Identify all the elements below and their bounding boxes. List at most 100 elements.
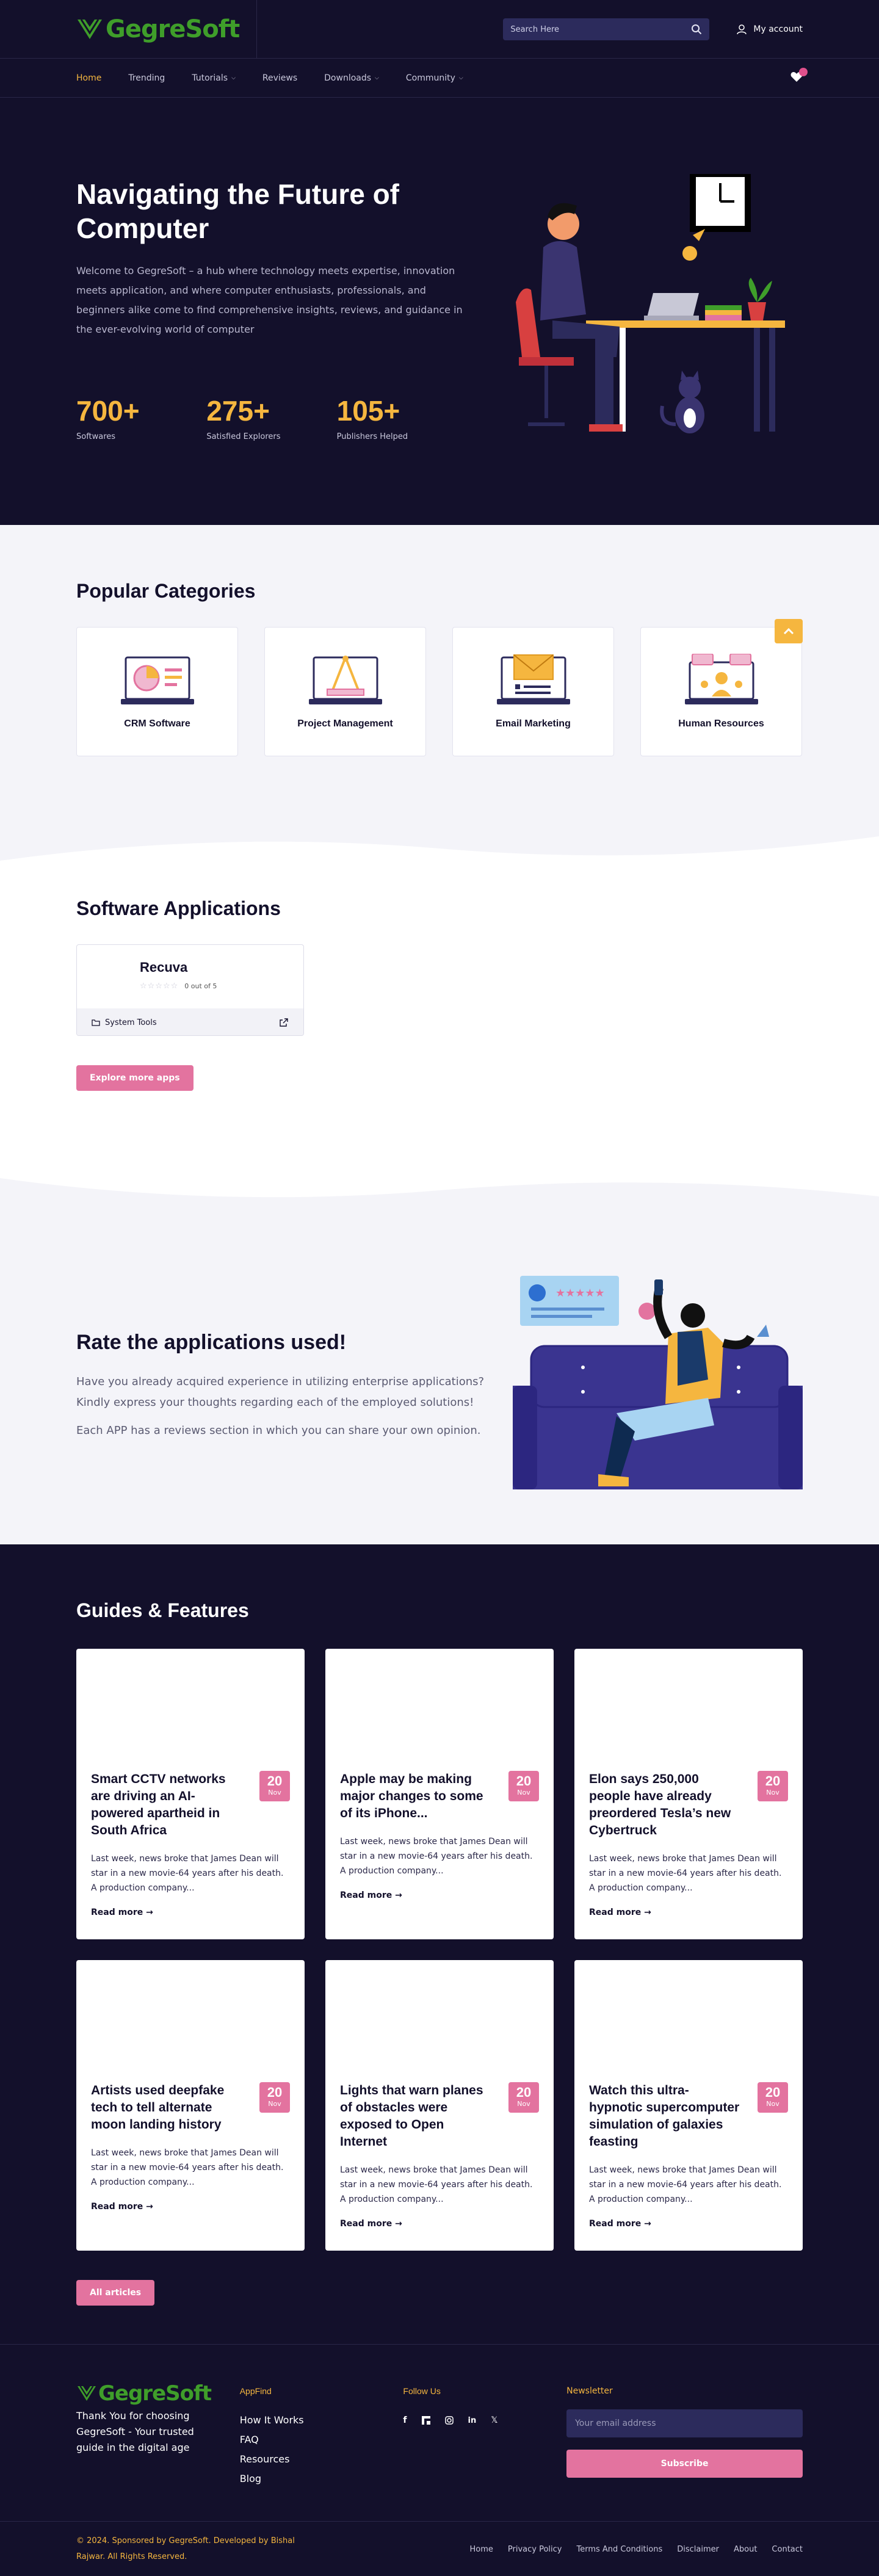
all-articles-button[interactable]: All articles bbox=[76, 2280, 155, 2306]
arrow-right-icon: → bbox=[644, 1908, 651, 1917]
search-icon[interactable] bbox=[691, 24, 702, 35]
stat-explorers: 275+ Satisfied Explorers bbox=[206, 394, 336, 441]
date-day: 20 bbox=[765, 2085, 781, 2100]
post-card[interactable]: Watch this ultra-hypnotic supercomputer … bbox=[574, 1960, 803, 2251]
post-image[interactable] bbox=[589, 1649, 788, 1771]
newsletter-email-input[interactable]: Your email address bbox=[566, 2409, 803, 2437]
subscribe-button[interactable]: Subscribe bbox=[566, 2450, 803, 2478]
category-card-human-resources[interactable]: Human Resources bbox=[640, 627, 802, 756]
folder-icon bbox=[92, 1019, 100, 1026]
date-day: 20 bbox=[765, 1773, 781, 1789]
read-more-link[interactable]: Read more → bbox=[91, 2202, 290, 2212]
nav-community[interactable]: Community ⌵ bbox=[406, 73, 463, 83]
post-card[interactable]: Apple may be making major changes to som… bbox=[325, 1649, 554, 1939]
nav-label: Home bbox=[76, 73, 102, 83]
footer-appfind: AppFind How It Works FAQ Resources Blog bbox=[240, 2381, 403, 2489]
stat-label: Publishers Helped bbox=[336, 432, 408, 441]
category-grid: CRM Software Project Management Email Ma… bbox=[76, 627, 803, 756]
post-image[interactable] bbox=[340, 1649, 539, 1771]
user-icon bbox=[737, 24, 747, 35]
post-card[interactable]: Smart CCTV networks are driving an AI-po… bbox=[76, 1649, 305, 1939]
rate-apps-section: Rate the applications used! Have you alr… bbox=[0, 1209, 879, 1544]
post-image[interactable] bbox=[91, 1649, 290, 1771]
category-card-email-marketing[interactable]: Email Marketing bbox=[452, 627, 614, 756]
date-day: 20 bbox=[516, 1773, 532, 1789]
read-more-link[interactable]: Read more → bbox=[589, 2219, 788, 2229]
app-card[interactable]: Recuva ☆☆☆☆☆ 0 out of 5 System Tools bbox=[76, 944, 304, 1036]
post-title[interactable]: Elon says 250,000 people have already pr… bbox=[589, 1771, 742, 1839]
logo[interactable]: GegreSoft bbox=[76, 0, 258, 59]
post-title[interactable]: Lights that warn planes of obstacles wer… bbox=[340, 2082, 493, 2151]
read-more-link[interactable]: Read more → bbox=[91, 1908, 290, 1917]
post-image[interactable] bbox=[91, 1960, 290, 2082]
footer-bottom-links: Home Privacy Policy Terms And Conditions… bbox=[469, 2545, 803, 2554]
category-label: Email Marketing bbox=[496, 718, 571, 729]
star-rating-icon: ☆☆☆☆☆ bbox=[140, 982, 179, 991]
posts-grid: Smart CCTV networks are driving an AI-po… bbox=[76, 1649, 803, 2251]
category-card-crm[interactable]: CRM Software bbox=[76, 627, 238, 756]
nav-home[interactable]: Home bbox=[76, 73, 101, 83]
logo-mark-icon bbox=[78, 19, 102, 39]
nav-downloads[interactable]: Downloads ⌵ bbox=[324, 73, 379, 83]
footer-link[interactable]: Blog bbox=[240, 2469, 403, 2489]
post-title[interactable]: Apple may be making major changes to som… bbox=[340, 1771, 493, 1822]
flipboard-icon[interactable] bbox=[421, 2416, 430, 2425]
footer-logo[interactable]: GegreSoft bbox=[76, 2381, 240, 2406]
post-card[interactable]: Artists used deepfake tech to tell alter… bbox=[76, 1960, 305, 2251]
read-more-link[interactable]: Read more → bbox=[340, 1890, 539, 1900]
instagram-icon[interactable] bbox=[444, 2416, 454, 2425]
footer-col-title: Follow Us bbox=[403, 2386, 441, 2396]
bottom-link[interactable]: Privacy Policy bbox=[508, 2545, 562, 2554]
explore-more-apps-button[interactable]: Explore more apps bbox=[76, 1065, 194, 1091]
bottom-link[interactable]: Disclaimer bbox=[677, 2545, 719, 2554]
chevron-down-icon: ⌵ bbox=[231, 75, 236, 81]
app-category[interactable]: System Tools bbox=[105, 1018, 157, 1027]
category-label: CRM Software bbox=[124, 718, 190, 729]
wishlist-button[interactable] bbox=[790, 68, 808, 85]
read-more-link[interactable]: Read more → bbox=[589, 1908, 788, 1917]
external-link-icon[interactable] bbox=[279, 1018, 289, 1027]
nav-tutorials[interactable]: Tutorials ⌵ bbox=[192, 73, 236, 83]
rate-paragraph: Have you already acquired experience in … bbox=[76, 1375, 485, 1409]
read-more-link[interactable]: Read more → bbox=[340, 2219, 539, 2229]
guides-section: Guides & Features Smart CCTV networks ar… bbox=[0, 1544, 879, 2344]
svg-text:★★★★★: ★★★★★ bbox=[555, 1287, 605, 1300]
bottom-link[interactable]: Contact bbox=[772, 2545, 803, 2554]
nav-reviews[interactable]: Reviews bbox=[262, 73, 297, 83]
post-date-badge: 20 Nov bbox=[259, 1771, 290, 1801]
date-month: Nov bbox=[766, 2100, 780, 2108]
scroll-to-top-button[interactable] bbox=[775, 619, 803, 643]
email-placeholder: Your email address bbox=[575, 2419, 656, 2428]
post-title[interactable]: Artists used deepfake tech to tell alter… bbox=[91, 2082, 244, 2133]
facebook-icon[interactable]: f bbox=[403, 2415, 407, 2425]
post-title[interactable]: Smart CCTV networks are driving an AI-po… bbox=[91, 1771, 244, 1839]
footer-link[interactable]: Resources bbox=[240, 2450, 403, 2469]
bottom-link[interactable]: Terms And Conditions bbox=[576, 2545, 662, 2554]
nav-label: Trending bbox=[128, 73, 165, 83]
post-excerpt: Last week, news broke that James Dean wi… bbox=[340, 1837, 533, 1876]
bottom-link[interactable]: Home bbox=[469, 2545, 493, 2554]
linkedin-icon[interactable]: in bbox=[468, 2416, 477, 2425]
stat-value: 700+ bbox=[76, 395, 140, 427]
x-icon[interactable]: 𝕏 bbox=[491, 2415, 497, 2425]
category-card-project-management[interactable]: Project Management bbox=[264, 627, 426, 756]
stats-row: 700+ Softwares 275+ Satisfied Explorers … bbox=[76, 394, 467, 441]
search-input[interactable]: Search Here bbox=[503, 18, 710, 40]
hero-section: Navigating the Future of Computer Welcom… bbox=[0, 98, 879, 525]
footer-link[interactable]: FAQ bbox=[240, 2430, 403, 2450]
post-card[interactable]: Elon says 250,000 people have already pr… bbox=[574, 1649, 803, 1939]
footer-bottom-bar: © 2024. Sponsored by GegreSoft. Develope… bbox=[0, 2521, 879, 2576]
arrow-right-icon: → bbox=[395, 2219, 402, 2229]
nav-trending[interactable]: Trending bbox=[128, 73, 165, 83]
apps-title: Software Applications bbox=[76, 897, 281, 919]
software-applications-section: Software Applications Recuva ☆☆☆☆☆ 0 out… bbox=[0, 867, 879, 1172]
my-account-link[interactable]: My account bbox=[736, 24, 803, 35]
bottom-link[interactable]: About bbox=[734, 2545, 757, 2554]
main-nav: Home Trending Tutorials ⌵ Reviews Downloa… bbox=[0, 59, 879, 98]
date-day: 20 bbox=[267, 2085, 283, 2100]
post-card[interactable]: Lights that warn planes of obstacles wer… bbox=[325, 1960, 554, 2251]
post-image[interactable] bbox=[589, 1960, 788, 2082]
post-title[interactable]: Watch this ultra-hypnotic supercomputer … bbox=[589, 2082, 742, 2151]
footer-link[interactable]: How It Works bbox=[240, 2411, 403, 2430]
post-image[interactable] bbox=[340, 1960, 539, 2082]
